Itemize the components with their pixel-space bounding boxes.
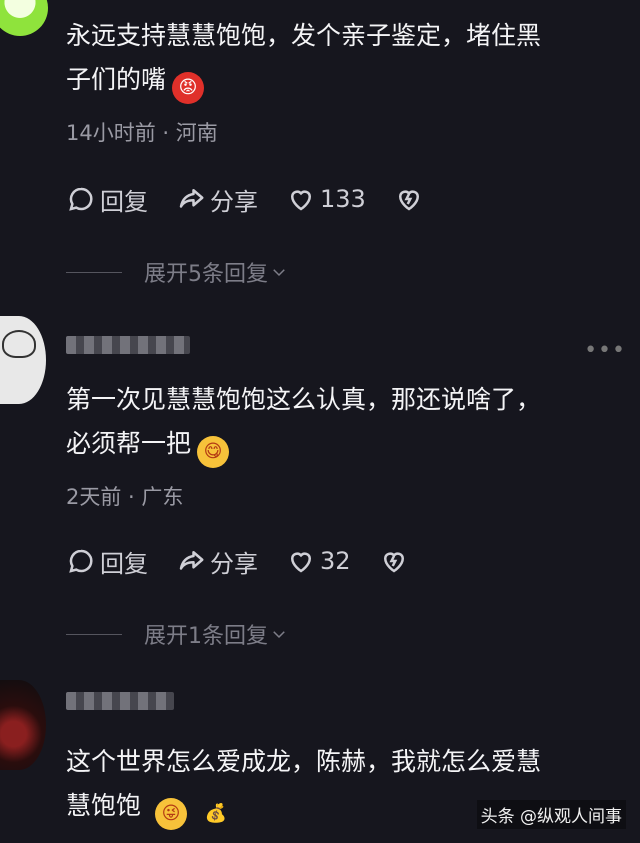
avatar[interactable]: [0, 0, 48, 36]
heart-icon: [290, 552, 312, 573]
share-arrow-icon: [179, 189, 204, 208]
like-count: 133: [320, 185, 366, 213]
like-button[interactable]: 32: [286, 546, 351, 576]
chevron-down-icon: [273, 269, 285, 277]
comment-meta: 2天前 · 广东: [66, 485, 184, 509]
heart-icon: [290, 190, 312, 211]
comment-actions: 回复 分享 133: [66, 181, 456, 217]
comment-text: 第一次见慧慧饱饱这么认真，那还说啥了， 必须帮一把 😋: [66, 378, 618, 468]
comment-text: 永远支持慧慧饱饱，发个亲子鉴定，堵住黑 子们的嘴 😡: [66, 14, 618, 104]
username-blurred[interactable]: [66, 336, 190, 354]
share-button[interactable]: 分享: [176, 182, 258, 217]
yum-face-emoji: 😋: [197, 436, 230, 468]
comment-meta: 14小时前 · 河南: [66, 121, 218, 145]
share-button[interactable]: 分享: [176, 544, 258, 579]
username-blurred[interactable]: [66, 692, 174, 710]
more-options-icon[interactable]: •••: [584, 338, 626, 363]
expand-replies[interactable]: 展开5条回复: [66, 256, 288, 288]
watermark: 头条 @纵观人间事: [476, 800, 626, 829]
comment-actions: 回复 分享 32: [66, 543, 441, 579]
like-count: 32: [320, 547, 351, 575]
comment-bubble-icon: [69, 187, 93, 211]
avatar[interactable]: [0, 316, 46, 404]
dislike-button[interactable]: [394, 184, 428, 214]
broken-heart-icon: [398, 190, 419, 211]
share-arrow-icon: [179, 551, 204, 570]
chevron-down-icon: [273, 631, 285, 639]
reply-button[interactable]: 回复: [66, 544, 148, 579]
broken-heart-icon: [383, 552, 404, 573]
expand-replies[interactable]: 展开1条回复: [66, 618, 288, 650]
avatar[interactable]: [0, 680, 46, 770]
yum-face-emoji: 😜: [155, 798, 188, 830]
money-bag-emoji: 💰: [204, 803, 228, 824]
angry-face-emoji: 😡: [172, 72, 205, 104]
reply-button[interactable]: 回复: [66, 182, 148, 217]
dislike-button[interactable]: [379, 546, 413, 576]
like-button[interactable]: 133: [286, 184, 366, 214]
comment-bubble-icon: [69, 549, 93, 573]
divider: [66, 271, 122, 273]
divider: [66, 633, 122, 635]
